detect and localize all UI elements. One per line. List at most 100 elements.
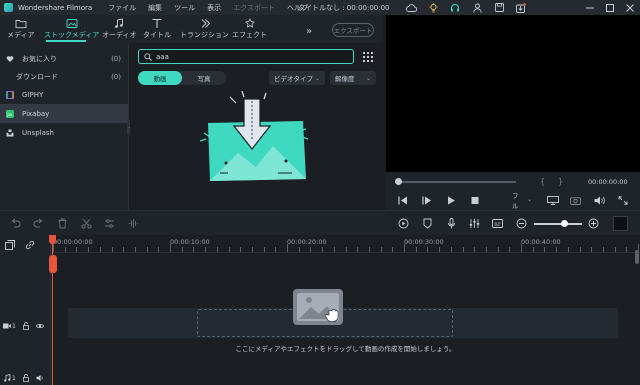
tab-stock-media[interactable]: ストックメディア <box>44 18 99 40</box>
stock-media-sidebar: お気に入り (0) ダウンロード (0) GIPHY px Pixabay Un… <box>0 43 129 210</box>
timeline-ruler[interactable]: 00:00:00:00 00:00:10:00 00:00:20:00 00:0… <box>51 235 640 253</box>
tab-transitions[interactable]: トランジション <box>180 18 229 40</box>
sidebar-item-pixabay[interactable]: px Pixabay <box>0 104 128 123</box>
save-icon[interactable] <box>492 1 506 14</box>
sidebar-item-unsplash[interactable]: Unsplash <box>0 123 128 142</box>
zoom-in-icon[interactable] <box>588 218 599 229</box>
tab-effects[interactable]: エフェクト <box>232 18 267 40</box>
link-icon[interactable] <box>25 240 35 250</box>
menu-view[interactable]: 表示 <box>207 3 221 13</box>
undo-icon[interactable] <box>10 218 21 229</box>
mark-in-icon[interactable]: { <box>540 177 545 186</box>
sidebar-item-downloads[interactable]: ダウンロード (0) <box>0 67 128 86</box>
media-type-video-option[interactable]: 動画 <box>138 71 182 85</box>
menu-bar: ファイル 編集 ツール 表示 エクスポート ヘルプ <box>108 3 308 13</box>
ruler-tick <box>532 247 534 252</box>
playback-quality-select[interactable]: フル ⌄ <box>512 192 532 210</box>
eye-visibility-icon[interactable] <box>35 322 44 330</box>
grid-view-icon[interactable] <box>363 52 373 62</box>
menu-edit[interactable]: 編集 <box>148 3 162 13</box>
maximize-icon[interactable] <box>600 0 620 15</box>
transition-icon <box>201 19 210 28</box>
sidebar-item-favorites[interactable]: お気に入り (0) <box>0 49 128 68</box>
ruler-tick <box>322 247 324 252</box>
tab-audio[interactable]: オーディオ <box>102 18 137 40</box>
tab-media[interactable]: メディア <box>7 18 35 40</box>
sidebar-item-giphy[interactable]: GIPHY <box>0 85 128 104</box>
minimize-icon[interactable] <box>580 0 600 15</box>
ruler-tick <box>509 247 511 252</box>
tab-titles[interactable]: タイトル <box>143 18 171 40</box>
audio-track-controls: 1 <box>0 371 51 385</box>
music-note-icon <box>115 18 124 28</box>
step-back-icon[interactable] <box>398 196 408 205</box>
menu-file[interactable]: ファイル <box>108 3 136 13</box>
add-track-icon[interactable] <box>5 240 15 250</box>
export-button[interactable]: エクスポート <box>332 23 374 37</box>
zoom-out-icon[interactable] <box>516 218 527 229</box>
cloud-icon[interactable] <box>404 1 418 14</box>
render-icon[interactable] <box>398 218 409 229</box>
marker-icon[interactable] <box>422 218 433 229</box>
subtitle-caption-icon[interactable] <box>492 218 503 229</box>
heart-icon <box>6 55 14 62</box>
video-track-number: 1 <box>12 322 16 330</box>
notification-download-icon[interactable] <box>514 1 528 14</box>
snapshot-camera-icon[interactable] <box>570 196 581 205</box>
ruler-tick <box>216 247 218 252</box>
zoom-slider-handle[interactable] <box>561 220 568 227</box>
timeline-panel-toggle[interactable] <box>613 216 628 231</box>
folder-icon <box>15 20 27 29</box>
zoom-slider-track[interactable] <box>534 223 582 225</box>
titlebar-icons <box>404 1 528 14</box>
speaker-icon[interactable] <box>36 374 44 382</box>
volume-icon[interactable] <box>594 196 605 205</box>
ruler-tick <box>333 247 335 252</box>
menu-tools[interactable]: ツール <box>174 3 195 13</box>
preview-player[interactable] <box>386 15 640 172</box>
delete-icon[interactable] <box>57 218 68 229</box>
filmora-logo-icon <box>4 3 13 12</box>
resolution-dropdown[interactable]: 解像度 ⌄ <box>330 71 376 85</box>
ruler-tick <box>310 247 312 252</box>
mixer-icon[interactable] <box>469 218 480 229</box>
ruler-tick <box>521 244 522 252</box>
close-icon[interactable] <box>620 0 640 15</box>
ruler-tick <box>368 247 370 252</box>
audio-waveform-icon[interactable] <box>128 218 139 229</box>
stop-icon[interactable] <box>470 196 480 205</box>
playhead-grip[interactable] <box>49 255 57 273</box>
ruler-tick <box>298 247 300 252</box>
adjust-icon[interactable] <box>104 218 115 229</box>
ruler-tick <box>146 247 148 252</box>
timeline-header-tools <box>5 240 35 250</box>
account-icon[interactable] <box>470 1 484 14</box>
cut-scissors-icon[interactable] <box>81 218 92 229</box>
effects-icon <box>244 18 255 28</box>
search-input[interactable] <box>156 52 336 61</box>
headset-icon[interactable] <box>448 1 462 14</box>
tab-label: タイトル <box>143 31 171 39</box>
media-type-photo-option[interactable]: 写真 <box>182 71 226 85</box>
video-type-dropdown[interactable]: ビデオタイプ ⌄ <box>269 71 325 85</box>
preview-scrubber-handle[interactable] <box>395 178 402 185</box>
ruler-tick <box>544 247 546 252</box>
timeline-track-headers: 1 1 <box>0 235 51 385</box>
ruler-tick <box>88 247 90 252</box>
timeline-area[interactable]: 00:00:00:00 00:00:10:00 00:00:20:00 00:0… <box>51 235 640 385</box>
preview-scrubber-track[interactable] <box>398 181 516 183</box>
lightbulb-icon[interactable] <box>426 1 440 14</box>
more-tabs-chevron-icon[interactable]: » <box>306 26 312 37</box>
play-icon[interactable] <box>446 196 456 205</box>
mark-out-icon[interactable]: } <box>558 177 563 186</box>
monitor-icon[interactable] <box>547 196 559 205</box>
lock-icon[interactable] <box>22 322 30 330</box>
ruler-tick <box>626 247 628 252</box>
redo-icon[interactable] <box>33 218 44 229</box>
fullscreen-icon[interactable] <box>618 196 628 205</box>
lock-icon[interactable] <box>22 374 30 382</box>
pixabay-icon: px <box>6 109 14 118</box>
play-pause-icon[interactable] <box>422 196 432 205</box>
microphone-icon[interactable] <box>446 218 457 229</box>
timeline-vertical-scrollbar[interactable] <box>635 250 639 264</box>
